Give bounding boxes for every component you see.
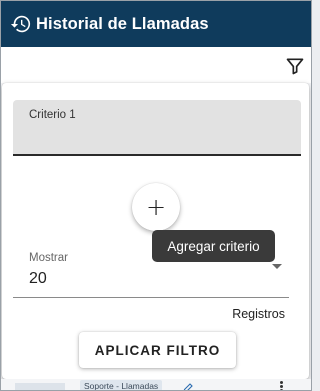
mostrar-value: 20 xyxy=(29,270,47,287)
chevron-down-icon xyxy=(272,264,282,269)
apply-filter-button[interactable]: APLICAR FILTRO xyxy=(79,332,236,368)
filter-icon[interactable] xyxy=(285,56,305,76)
app-frame: Historial de Llamadas Criterio 1 + Mostr… xyxy=(0,0,312,391)
category-tag: Soporte - Llamadas xyxy=(80,380,163,390)
history-icon xyxy=(10,13,32,35)
filter-bar xyxy=(1,47,311,83)
add-criterio-tooltip: Agregar criterio xyxy=(152,230,275,262)
criterio-1-label: Criterio 1 xyxy=(29,109,76,121)
more-options-icon[interactable] xyxy=(280,381,283,390)
app-header: Historial de Llamadas xyxy=(1,1,311,47)
list-item: Soporte - Llamadas xyxy=(1,379,311,390)
plus-icon: + xyxy=(145,193,167,221)
mostrar-label: Mostrar xyxy=(29,252,68,264)
registros-label: Registros xyxy=(232,307,285,321)
criterio-1-field[interactable]: Criterio 1 xyxy=(13,100,301,156)
edit-icon[interactable] xyxy=(182,379,194,390)
filter-panel: Criterio 1 + Mostrar 20 Agregar criterio… xyxy=(2,83,309,379)
add-criterio-button[interactable]: + xyxy=(132,183,180,231)
list-item-thumbnail xyxy=(15,383,65,390)
page-title: Historial de Llamadas xyxy=(36,14,209,33)
